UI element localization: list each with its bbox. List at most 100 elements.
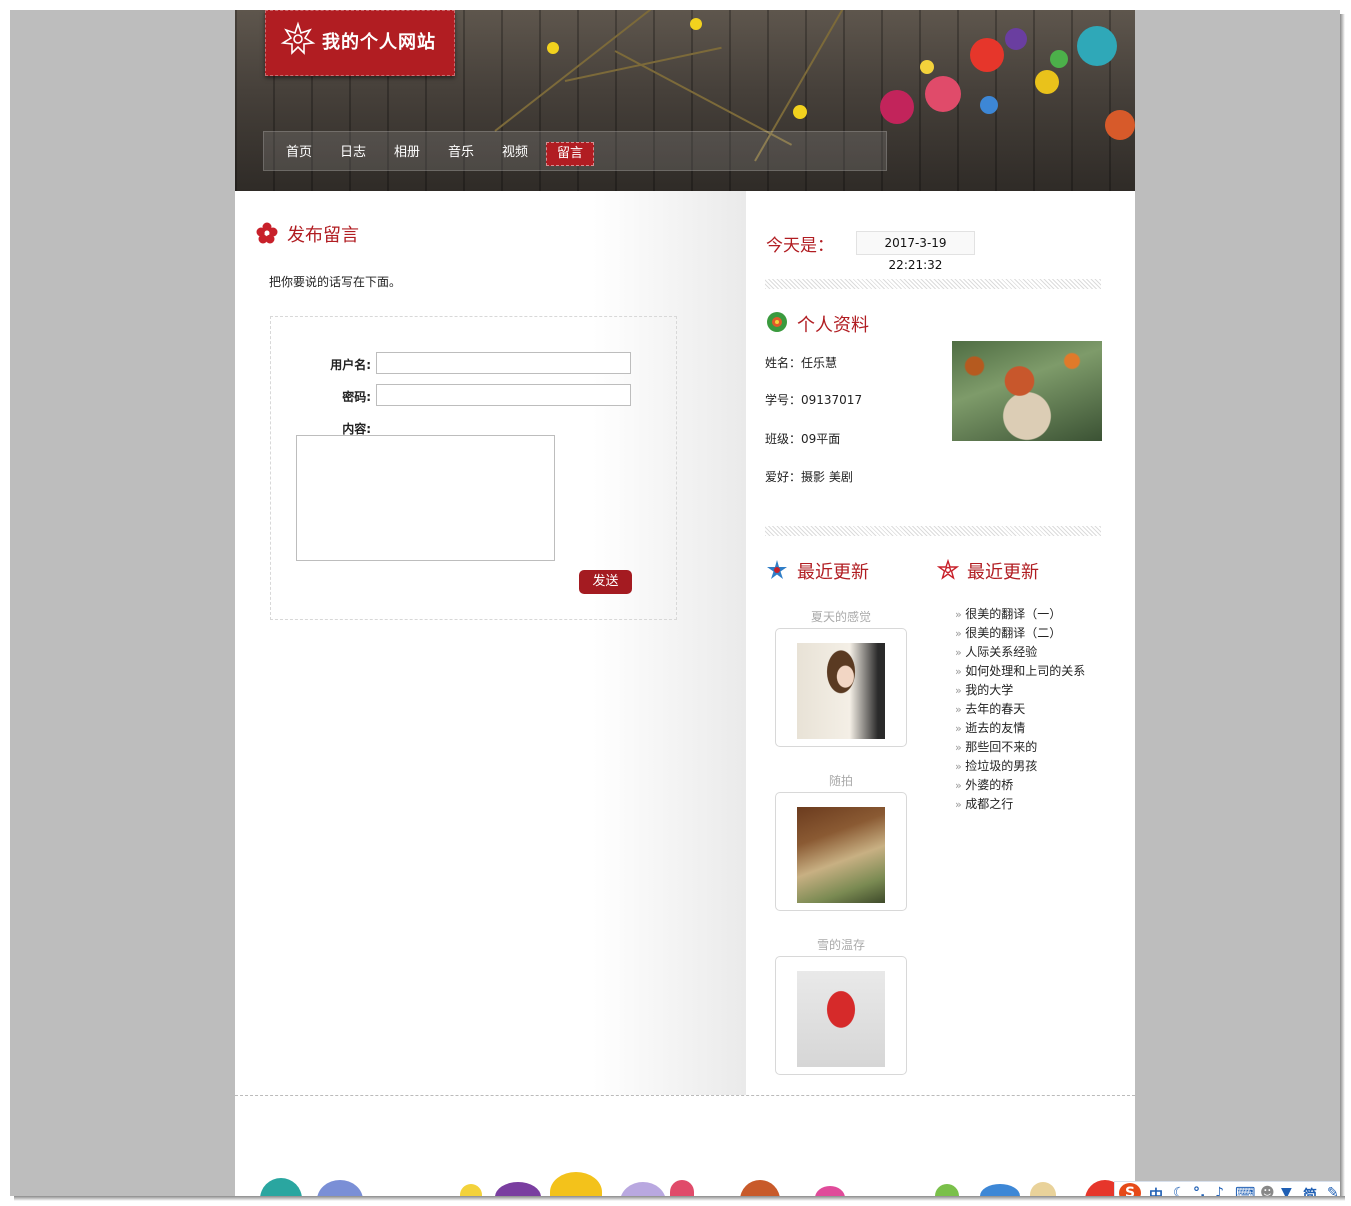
list-item[interactable]: ›› 很美的翻译（二）	[955, 624, 1061, 641]
double-arrow-icon: ››	[955, 779, 962, 792]
list-item[interactable]: ›› 去年的春天	[955, 700, 1025, 717]
flower-decoration	[1035, 70, 1059, 94]
flower-decoration	[793, 105, 807, 119]
profile-title: 个人资料	[797, 315, 869, 336]
divider	[765, 526, 1101, 536]
post-link[interactable]: 如何处理和上司的关系	[965, 664, 1085, 678]
vine-decoration	[494, 10, 701, 132]
moon-icon[interactable]: ☾	[1173, 1185, 1186, 1196]
post-link[interactable]: 那些回不来的	[965, 740, 1037, 754]
star-flower-icon	[767, 560, 787, 579]
ime-logo[interactable]: S	[1119, 1183, 1141, 1196]
outline-flower-icon	[937, 559, 959, 580]
today-datetime: 2017-3-19 22:21:32	[856, 231, 975, 272]
photo-caption[interactable]: 夏天的感觉	[775, 608, 907, 625]
nav-blog[interactable]: 日志	[330, 142, 376, 166]
post-link[interactable]: 捡垃圾的男孩	[965, 759, 1037, 773]
double-arrow-icon: ››	[955, 703, 962, 716]
window-shadow	[14, 1196, 1345, 1201]
password-label: 密码:	[342, 390, 371, 404]
message-form: 用户名: 密码: 内容: 发送	[270, 316, 677, 620]
photo-caption[interactable]: 雪的温存	[775, 936, 907, 953]
post-link[interactable]: 去年的春天	[965, 702, 1025, 716]
recent-photos-title: 最近更新	[797, 562, 869, 583]
list-item[interactable]: ›› 我的大学	[955, 681, 1013, 698]
recent-posts-title: 最近更新	[967, 562, 1039, 583]
profile-class: 班级：09平面	[765, 432, 841, 446]
flower-decoration	[970, 38, 1004, 72]
double-arrow-icon: ››	[955, 684, 962, 697]
post-link[interactable]: 很美的翻译（一）	[965, 607, 1061, 621]
nav-music[interactable]: 音乐	[438, 142, 484, 166]
flower-decoration	[1105, 110, 1135, 140]
site-logo[interactable]: 我的个人网站	[265, 10, 455, 76]
page-container: 我的个人网站 首页 日志 相册 音乐 视频 留言 发布留言 把你要说的话写在下面…	[235, 10, 1135, 1196]
skin-icon[interactable]: ▼	[1281, 1185, 1292, 1196]
window-shadow	[1340, 14, 1345, 1200]
list-item[interactable]: ›› 那些回不来的	[955, 738, 1037, 755]
post-link[interactable]: 人际关系经验	[965, 645, 1037, 659]
green-flower-icon	[767, 312, 787, 332]
flower-decoration	[920, 60, 934, 74]
user-icon[interactable]: ☻	[1260, 1185, 1275, 1196]
flower-decoration	[980, 96, 998, 114]
double-arrow-icon: ››	[955, 608, 962, 621]
flower-decoration	[1005, 28, 1027, 50]
ime-lang[interactable]: 中	[1149, 1185, 1163, 1196]
mic-icon[interactable]: ♪	[1215, 1185, 1224, 1196]
double-arrow-icon: ››	[955, 665, 962, 678]
flower-decoration	[925, 76, 961, 112]
post-link[interactable]: 很美的翻译（二）	[965, 626, 1061, 640]
ime-toolbar[interactable]: S 中 ☾ °, ♪ ⌨ ☻ ▼ 简 ✎	[1114, 1181, 1340, 1196]
list-item[interactable]: ›› 如何处理和上司的关系	[955, 662, 1085, 679]
red-flower-icon	[256, 222, 278, 244]
nav-album[interactable]: 相册	[384, 142, 430, 166]
post-link[interactable]: 成都之行	[965, 797, 1013, 811]
send-button[interactable]: 发送	[579, 570, 632, 594]
list-item[interactable]: ›› 人际关系经验	[955, 643, 1037, 660]
password-input[interactable]	[376, 384, 631, 406]
list-item[interactable]: ›› 成都之行	[955, 795, 1013, 812]
nav-home[interactable]: 首页	[276, 142, 322, 166]
today-label: 今天是：	[766, 236, 834, 256]
vine-decoration	[564, 46, 722, 82]
content-textarea[interactable]	[296, 435, 555, 561]
nav-video[interactable]: 视频	[492, 142, 538, 166]
keyboard-icon[interactable]: ⌨	[1235, 1185, 1255, 1196]
double-arrow-icon: ››	[955, 722, 962, 735]
flower-decoration	[547, 42, 559, 54]
punctuation-icon[interactable]: °,	[1193, 1185, 1205, 1196]
photo-image	[797, 643, 885, 739]
double-arrow-icon: ››	[955, 627, 962, 640]
site-title: 我的个人网站	[322, 32, 436, 53]
photo-caption[interactable]: 随拍	[775, 772, 907, 789]
wrench-icon[interactable]: ✎	[1327, 1185, 1339, 1196]
footer-divider	[235, 1095, 1135, 1096]
header-banner: 我的个人网站 首页 日志 相册 音乐 视频 留言	[235, 10, 1135, 191]
browser-viewport: 我的个人网站 首页 日志 相册 音乐 视频 留言 发布留言 把你要说的话写在下面…	[10, 10, 1340, 1196]
username-input[interactable]	[376, 352, 631, 374]
photo-image	[797, 971, 885, 1067]
double-arrow-icon: ››	[955, 760, 962, 773]
list-item[interactable]: ›› 很美的翻译（一）	[955, 605, 1061, 622]
list-item[interactable]: ›› 逝去的友情	[955, 719, 1025, 736]
flower-decoration	[1077, 26, 1117, 66]
double-arrow-icon: ››	[955, 798, 962, 811]
list-item[interactable]: ›› 外婆的桥	[955, 776, 1013, 793]
profile-hobby: 爱好：摄影 美剧	[765, 470, 853, 484]
photo-thumb[interactable]	[775, 956, 907, 1075]
flower-decoration	[1050, 50, 1068, 68]
nav-guestbook[interactable]: 留言	[546, 142, 595, 166]
username-label: 用户名:	[330, 358, 371, 372]
photo-thumb[interactable]	[775, 792, 907, 911]
photo-thumb[interactable]	[775, 628, 907, 747]
list-item[interactable]: ›› 捡垃圾的男孩	[955, 757, 1037, 774]
double-arrow-icon: ››	[955, 646, 962, 659]
profile-student-id: 学号：09137017	[765, 393, 863, 407]
post-link[interactable]: 外婆的桥	[965, 778, 1013, 792]
post-link[interactable]: 逝去的友情	[965, 721, 1025, 735]
post-link[interactable]: 我的大学	[965, 683, 1013, 697]
message-section: 发布留言 把你要说的话写在下面。 用户名: 密码: 内容: 发送	[235, 191, 746, 1095]
ime-mode[interactable]: 简	[1303, 1185, 1317, 1196]
double-arrow-icon: ››	[955, 741, 962, 754]
